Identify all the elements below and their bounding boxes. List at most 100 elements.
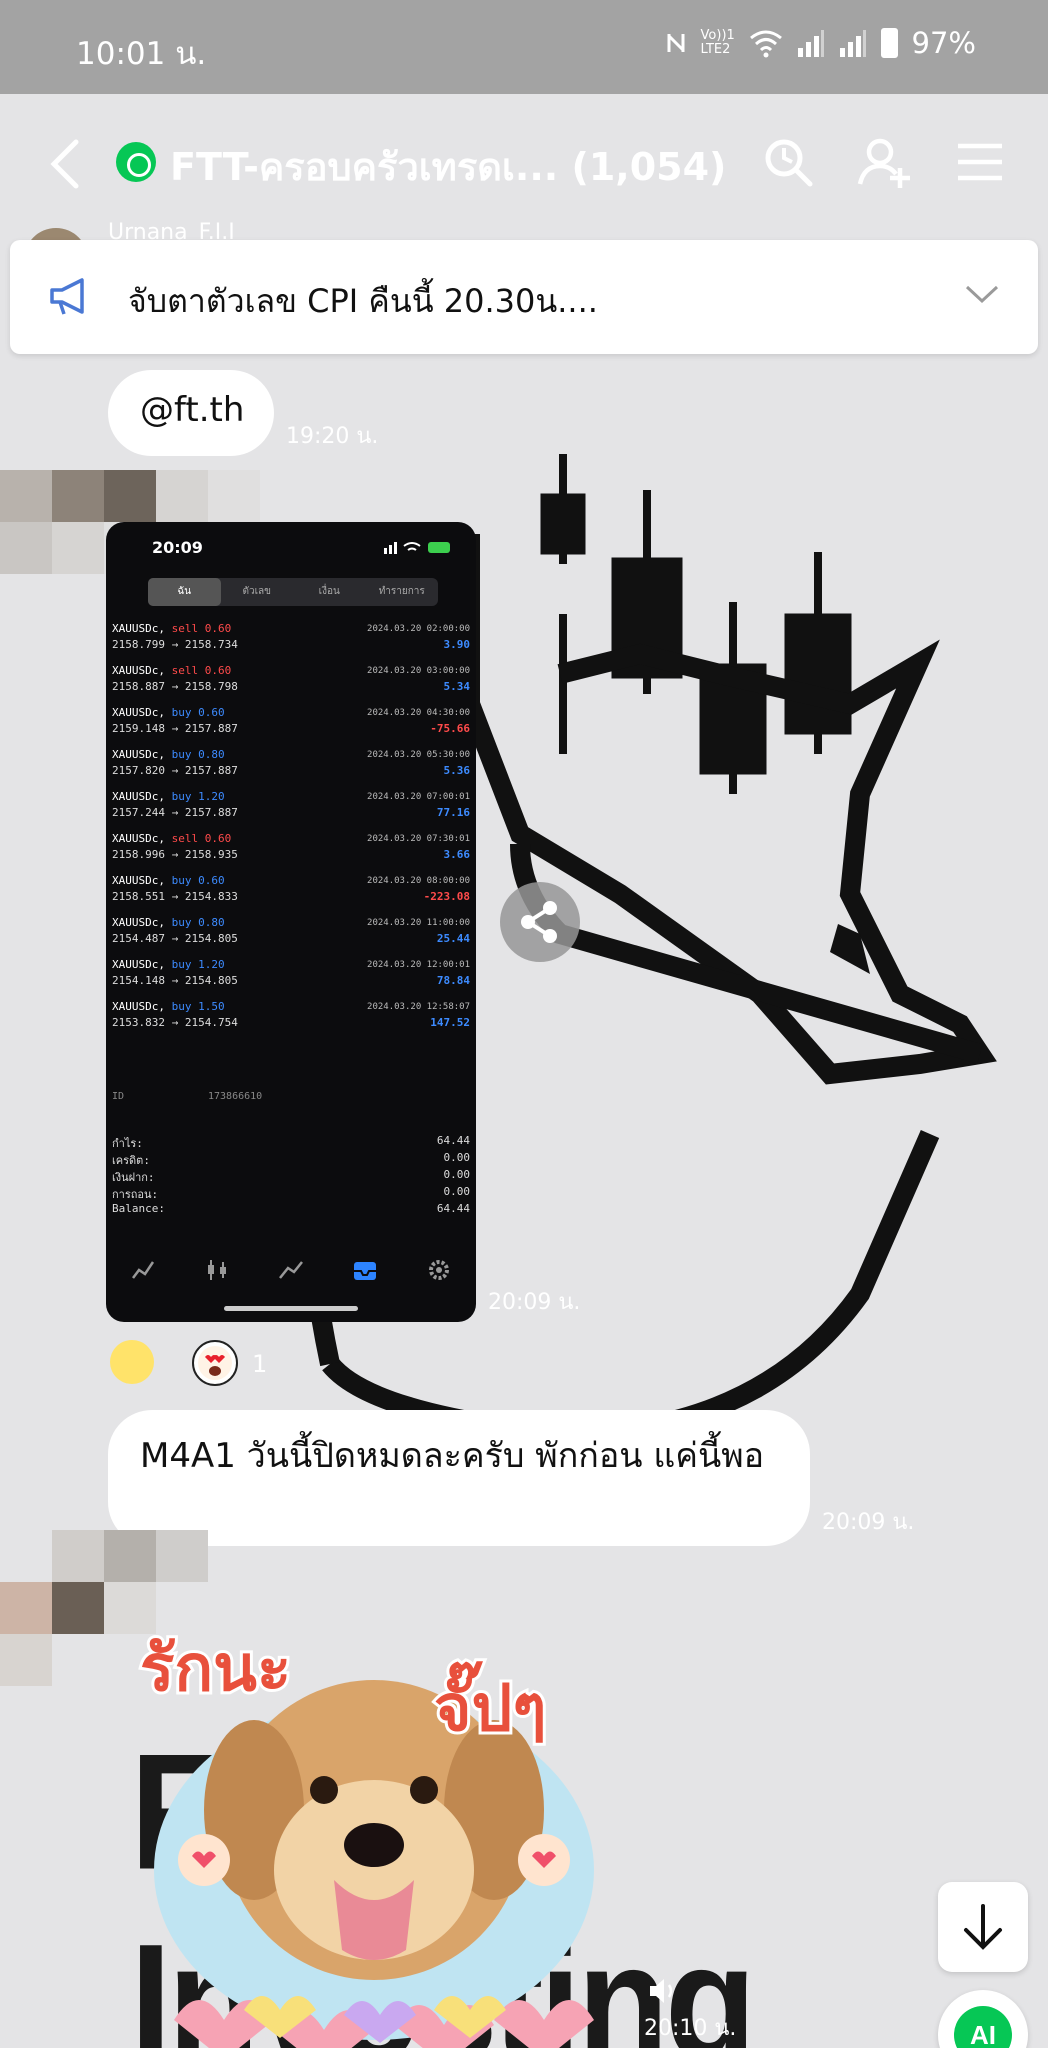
signal-icon-2 xyxy=(839,30,866,57)
trade-prices: 2158.799 → 2158.734 xyxy=(112,638,238,651)
trade-profit: 77.16 xyxy=(436,806,470,819)
chart-icon xyxy=(208,1260,226,1280)
screenshot-tabbar xyxy=(106,1242,476,1298)
trade-profit: -75.66 xyxy=(430,722,470,735)
trade-profit: 5.34 xyxy=(443,680,471,693)
summary-row: เงินฝาก: 0.00 xyxy=(112,1168,470,1185)
megaphone-icon xyxy=(50,278,84,315)
status-bar: 10:01 น. Vo))1 LTE2 97% xyxy=(0,0,1048,94)
trade-symbol: XAUUSDc, buy 1.20 xyxy=(112,790,225,803)
trade-symbol: XAUUSDc, sell 0.60 xyxy=(112,832,232,845)
trade-symbol: XAUUSDc, buy 0.80 xyxy=(112,748,225,761)
message-time: 19:20 น. xyxy=(286,424,379,449)
trade-datetime: 2024.03.20 07:00:01 xyxy=(367,792,470,802)
chat-title[interactable]: FTT-ครอบครัวเทรดเ... (1,054) xyxy=(170,136,726,197)
trade-prices: 2154.487 → 2154.805 xyxy=(112,932,238,945)
trade-symbol: XAUUSDc, buy 0.80 xyxy=(112,916,225,929)
summary-value: 0.00 xyxy=(443,1151,471,1164)
trade-prices: 2157.820 → 2157.887 xyxy=(112,764,238,777)
trade-profit: 147.52 xyxy=(430,1016,470,1029)
trade-prices: 2157.244 → 2157.887 xyxy=(112,806,238,819)
detail-id: 173866610 xyxy=(208,1091,263,1102)
summary-row: เครดิต: 0.00 xyxy=(112,1151,470,1168)
message-text: M4A1 วันนี้ปิดหมดละครับ พักก่อน แค่นี้พอ xyxy=(140,1436,765,1476)
trade-row: XAUUSDc, buy 0.60 2159.148 → 2157.887 2024… xyxy=(112,704,470,746)
reaction-count: 1 xyxy=(252,1350,268,1378)
back-arrow-icon[interactable] xyxy=(46,136,86,192)
dog-sticker[interactable]: รักนะ จั๊ปๆ xyxy=(134,1620,614,2048)
trade-prices: 2158.551 → 2154.833 xyxy=(112,890,238,903)
quotes-icon xyxy=(132,1261,155,1279)
chat-header: FTT-ครอบครัวเทรดเ... (1,054) xyxy=(0,94,1048,234)
home-indicator xyxy=(224,1306,358,1311)
trade-datetime: 2024.03.20 04:30:00 xyxy=(367,708,470,718)
message-bubble[interactable]: M4A1 วันนี้ปิดหมดละครับ พักก่อน แค่นี้พอ xyxy=(108,1410,810,1546)
screenshot-tab: ตัวเลข xyxy=(242,586,272,597)
status-icons: Vo))1 LTE2 97% xyxy=(665,26,976,60)
status-time: 10:01 น. xyxy=(76,36,207,72)
summary-row: การถอน: 0.00 xyxy=(112,1185,470,1202)
menu-icon[interactable] xyxy=(952,134,1008,190)
add-reaction-icon[interactable] xyxy=(110,1340,154,1384)
trade-symbol: XAUUSDc, buy 0.60 xyxy=(112,706,225,719)
trade-symbol: XAUUSDc, buy 1.50 xyxy=(112,1000,225,1013)
settings-gear-icon xyxy=(429,1260,449,1280)
trade-row: XAUUSDc, sell 0.60 2158.799 → 2158.734 202… xyxy=(112,620,470,662)
trade-row: XAUUSDc, buy 0.60 2158.551 → 2154.833 2024… xyxy=(112,872,470,914)
sender-name: Urnana_F.I.I xyxy=(108,220,235,240)
nfc-icon xyxy=(667,34,685,52)
screenshot-tab: เงื่อน xyxy=(318,586,340,597)
share-button[interactable] xyxy=(500,882,580,962)
summary-label: กำไร: xyxy=(112,1137,143,1150)
screenshot-tab: ทำรายการ xyxy=(378,586,425,597)
trade-row: XAUUSDc, buy 1.20 2154.148 → 2154.805 2024… xyxy=(112,956,470,998)
summary-label: เงินฝาก: xyxy=(112,1171,155,1184)
trade-symbol: XAUUSDc, buy 0.60 xyxy=(112,874,225,887)
trade-profit: 25.44 xyxy=(436,932,470,945)
trade-profit: 78.84 xyxy=(436,974,470,987)
message-time: 20:09 น. xyxy=(488,1290,581,1315)
trade-profit: 3.66 xyxy=(443,848,471,861)
ai-icon: AI xyxy=(954,2006,1012,2048)
summary-value: 0.00 xyxy=(443,1185,471,1198)
search-icon[interactable] xyxy=(760,134,816,190)
trade-datetime: 2024.03.20 08:00:00 xyxy=(367,876,470,886)
trade-profit: -223.08 xyxy=(423,890,470,903)
screenshot-time: 20:09 xyxy=(152,538,203,557)
trade-profit: 5.36 xyxy=(443,764,471,777)
trade-list: XAUUSDc, sell 0.60 2158.799 → 2158.734 202… xyxy=(112,620,470,1040)
message-bubble[interactable]: @ft.th xyxy=(108,370,274,456)
open-chat-icon xyxy=(116,142,156,182)
message-text: @ft.th xyxy=(140,390,245,430)
trade-datetime: 2024.03.20 05:30:00 xyxy=(367,750,470,760)
summary-label: การถอน: xyxy=(112,1188,159,1201)
trade-icon xyxy=(279,1261,303,1279)
chevron-down-icon[interactable] xyxy=(964,282,1000,306)
network-label: Vo))1 LTE2 xyxy=(700,28,735,57)
signal-icon xyxy=(797,30,824,57)
summary-row: Balance: 64.44 xyxy=(112,1202,470,1219)
arrow-down-icon xyxy=(964,1904,1002,1950)
trade-history-screenshot[interactable]: 20:09 ฉัน ตัวเลข เงื่อน ทำรายการ XAUUSDc… xyxy=(106,522,476,1322)
trade-datetime: 2024.03.20 12:58:07 xyxy=(367,1002,470,1012)
svg-text:จั๊ปๆ: จั๊ปๆ xyxy=(434,1661,547,1746)
screenshot-tabs: ฉัน ตัวเลข เงื่อน ทำรายการ xyxy=(148,578,438,606)
scroll-to-bottom-button[interactable] xyxy=(938,1882,1028,1972)
trade-row: XAUUSDc, buy 0.80 2154.487 → 2154.805 2024… xyxy=(112,914,470,956)
summary-label: เครดิต: xyxy=(112,1154,150,1167)
history-icon xyxy=(354,1262,376,1280)
trade-symbol: XAUUSDc, buy 1.20 xyxy=(112,958,225,971)
summary-label: Balance: xyxy=(112,1202,165,1215)
trade-prices: 2153.832 → 2154.754 xyxy=(112,1016,238,1029)
trade-row: XAUUSDc, buy 0.80 2157.820 → 2157.887 2024… xyxy=(112,746,470,788)
speaker-icon[interactable] xyxy=(646,1976,680,2006)
announcement-banner[interactable]: จับตาตัวเลข CPI คืนนี้ 20.30น.... xyxy=(10,240,1038,354)
love-reaction-icon[interactable] xyxy=(192,1340,238,1386)
trade-profit: 3.90 xyxy=(443,638,471,651)
trade-symbol: XAUUSDc, sell 0.60 xyxy=(112,622,232,635)
screenshot-status-icons xyxy=(384,542,450,554)
trade-datetime: 2024.03.20 12:00:01 xyxy=(367,960,470,970)
add-friend-icon[interactable] xyxy=(856,134,912,190)
battery-percent: 97% xyxy=(911,26,976,60)
trade-row: XAUUSDc, buy 1.50 2153.832 → 2154.754 2024… xyxy=(112,998,470,1040)
